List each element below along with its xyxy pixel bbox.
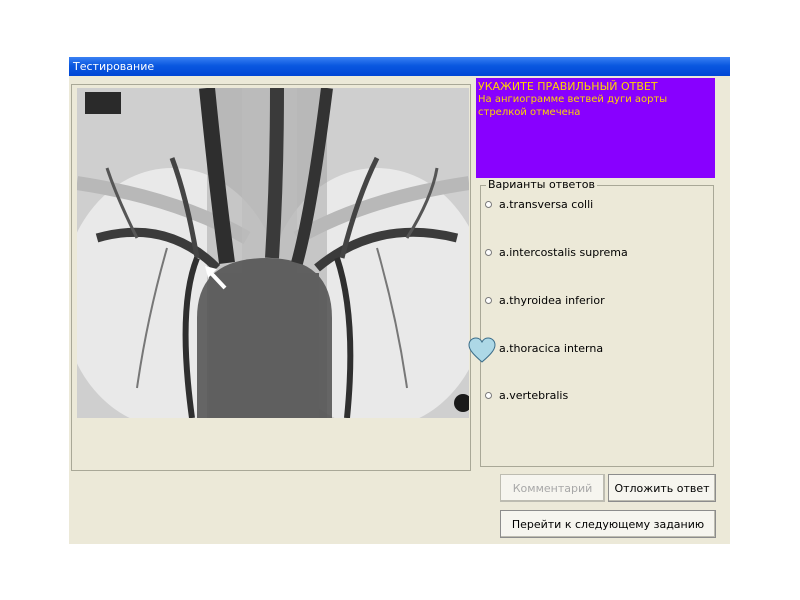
next-task-button[interactable]: Перейти к следующему заданию: [500, 510, 716, 538]
radio-button[interactable]: [485, 296, 492, 304]
comment-button[interactable]: Комментарий: [500, 474, 605, 502]
radio-button[interactable]: [485, 200, 492, 208]
answer-option-label: a.intercostalis suprema: [499, 245, 628, 259]
window-title: Тестирование: [73, 60, 155, 73]
title-bar: Тестирование: [69, 57, 730, 76]
answer-option-label: a.transversa colli: [499, 197, 594, 211]
question-instruction: УКАЖИТЕ ПРАВИЛЬНЫЙ ОТВЕТ: [478, 80, 658, 93]
test-window: Тестирование УКАЖИТЕ ПРАВИЛЬНЫЙ ОТВЕТ На…: [69, 57, 730, 544]
radio-button[interactable]: [485, 248, 492, 256]
answer-option-vertebralis[interactable]: a.vertebralis: [485, 388, 568, 402]
answer-option-label: a.thoracica interna: [499, 341, 604, 355]
answer-option-thyroidea-inferior[interactable]: a.thyroidea inferior: [485, 293, 605, 307]
answer-options-group: Варианты ответов a.transversa colli a.in…: [480, 178, 714, 467]
answer-option-intercostalis-suprema[interactable]: a.intercostalis suprema: [485, 245, 628, 259]
postpone-answer-button[interactable]: Отложить ответ: [608, 474, 716, 502]
question-text: На ангиограмме ветвей дуги аорты стрелко…: [478, 94, 668, 118]
answer-option-label: a.thyroidea inferior: [499, 293, 605, 307]
angiogram-image: [77, 88, 469, 418]
answer-option-transversa-colli[interactable]: a.transversa colli: [485, 197, 593, 211]
question-prompt-box: УКАЖИТЕ ПРАВИЛЬНЫЙ ОТВЕТ На ангиограмме …: [476, 78, 715, 178]
answer-option-thoracica-interna[interactable]: a.thoracica interna: [485, 341, 603, 355]
heart-cursor-icon: [468, 337, 496, 363]
answer-option-label: a.vertebralis: [499, 388, 569, 402]
radio-button[interactable]: [485, 391, 492, 399]
image-panel: [71, 84, 471, 471]
answer-options-legend: Варианты ответов: [486, 178, 597, 191]
